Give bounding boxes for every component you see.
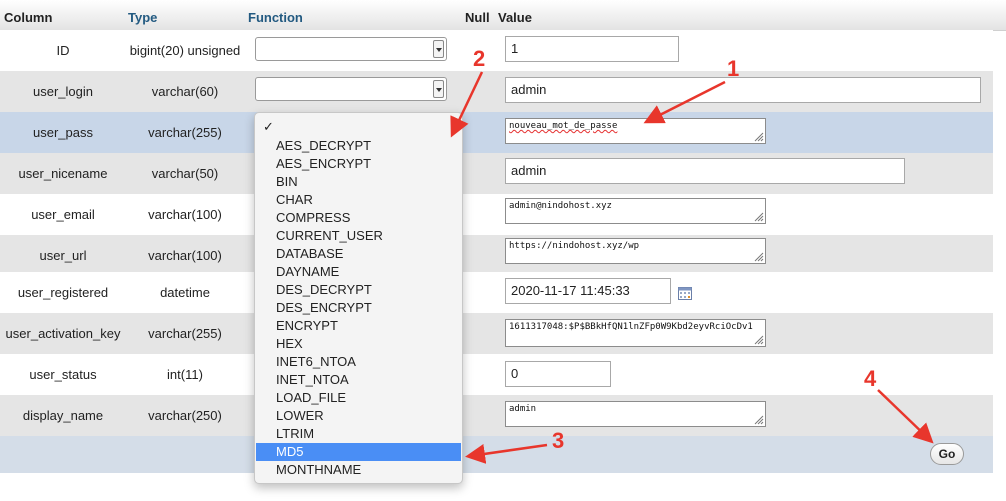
table-row-user-login: user_login varchar(60) admin [0,71,993,112]
dropdown-option-dayname[interactable]: DAYNAME [256,263,461,281]
function-dropdown[interactable]: ✓ AES_DECRYPT AES_ENCRYPT BIN CHAR COMPRESS C… [254,112,463,484]
resize-grip-icon[interactable] [754,415,764,425]
annotation-2: 2 [473,46,486,71]
table-row-user-activation-key: user_activation_key varchar(255) 1611317… [0,313,993,354]
column-type: varchar(100) [148,207,222,222]
dropdown-option-load-file[interactable]: LOAD_FILE [256,389,461,407]
column-type: varchar(250) [148,408,222,423]
value-input[interactable]: admin [505,158,905,184]
value-text: 1611317048:$P$BBkHfQN1lnZFp0W9Kbd2eyvRci… [509,322,753,332]
dropdown-option-database[interactable]: DATABASE [256,245,461,263]
value-textarea[interactable]: admin [505,401,766,427]
dropdown-option-des-encrypt[interactable]: DES_ENCRYPT [256,299,461,317]
table-row-display-name: display_name varchar(250) admin [0,395,993,436]
dropdown-option-hex[interactable]: HEX [256,335,461,353]
table-row-user-email: user_email varchar(100) admin@nindohost.… [0,194,993,235]
table-header: Column Type Function Null Value [0,0,1006,31]
dropdown-option-des-decrypt[interactable]: DES_DECRYPT [256,281,461,299]
header-type[interactable]: Type [128,10,157,25]
value-textarea[interactable]: admin@nindohost.xyz [505,198,766,224]
checkmark-icon: ✓ [263,119,274,134]
annotation-3: 3 [552,428,565,453]
resize-grip-icon[interactable] [754,335,764,345]
value-input[interactable]: admin [505,77,981,103]
column-name: user_email [31,207,95,222]
column-name: ID [56,43,70,58]
column-name: user_login [33,84,93,99]
dropdown-option-aes-decrypt[interactable]: AES_DECRYPT [256,137,461,155]
value-textarea[interactable]: nouveau_mot_de_passe [505,118,766,144]
resize-grip-icon[interactable] [754,212,764,222]
function-select[interactable] [255,37,447,61]
table-row-user-status: user_status int(11) 0 [0,354,993,395]
column-name: user_url [39,248,87,263]
calendar-icon[interactable] [678,286,692,300]
header-null: Null [465,10,490,25]
dropdown-option-monthname[interactable]: MONTHNAME [256,461,461,479]
column-type: varchar(255) [148,125,222,140]
value-text: nouveau_mot_de_passe [509,121,618,131]
dropdown-option-compress[interactable]: COMPRESS [256,209,461,227]
dropdown-option-lower[interactable]: LOWER [256,407,461,425]
dropdown-option-current-user[interactable]: CURRENT_USER [256,227,461,245]
chevron-down-icon [433,40,444,58]
column-name: user_nicename [18,166,108,181]
column-name: display_name [22,408,104,423]
table-row-id: ID bigint(20) unsigned 1 [0,30,993,71]
dropdown-option-encrypt[interactable]: ENCRYPT [256,317,461,335]
go-button[interactable]: Go [930,443,964,465]
dropdown-option-char[interactable]: CHAR [256,191,461,209]
annotation-4: 4 [864,366,877,391]
value-text: admin@nindohost.xyz [509,201,612,211]
column-type: varchar(255) [148,326,222,341]
value-input[interactable]: 0 [505,361,611,387]
column-name: user_status [29,367,97,382]
column-name: user_activation_key [5,326,121,341]
header-value: Value [498,10,532,25]
table-row-user-registered: user_registered datetime 2020-11-17 11:4… [0,272,993,313]
column-type: varchar(100) [148,248,222,263]
table-row-user-pass: user_pass varchar(255) nouveau_mot_de_pa… [0,112,993,153]
annotation-1: 1 [727,56,740,81]
datetime-input[interactable]: 2020-11-17 11:45:33 [505,278,671,304]
column-name: user_registered [17,285,109,300]
dropdown-option-ltrim[interactable]: LTRIM [256,425,461,443]
dropdown-option-md5[interactable]: MD5 [256,443,461,461]
table-row-user-url: user_url varchar(100) https://nindohost.… [0,235,993,276]
header-column: Column [4,10,53,25]
column-name: user_pass [33,125,93,140]
resize-grip-icon[interactable] [754,252,764,262]
form-footer [0,436,993,473]
column-type: int(11) [167,367,203,382]
value-text: https://nindohost.xyz/wp [509,241,640,251]
chevron-down-icon [433,80,444,98]
column-type: varchar(60) [151,84,219,99]
dropdown-option-aes-encrypt[interactable]: AES_ENCRYPT [256,155,461,173]
resize-grip-icon[interactable] [754,132,764,142]
column-type: varchar(50) [151,166,219,181]
header-function[interactable]: Function [248,10,303,25]
column-type: datetime [160,285,210,300]
dropdown-option-inet6-ntoa[interactable]: INET6_NTOA [256,353,461,371]
dropdown-option-bin[interactable]: BIN [256,173,461,191]
value-text: admin [509,404,537,414]
table-row-user-nicename: user_nicename varchar(50) admin [0,153,993,194]
value-input[interactable]: 1 [505,36,679,62]
dropdown-option-inet-ntoa[interactable]: INET_NTOA [256,371,461,389]
function-select[interactable] [255,77,447,101]
value-textarea[interactable]: https://nindohost.xyz/wp [505,238,766,264]
column-type: bigint(20) unsigned [129,43,241,58]
value-textarea[interactable]: 1611317048:$P$BBkHfQN1lnZFp0W9Kbd2eyvRci… [505,319,766,347]
